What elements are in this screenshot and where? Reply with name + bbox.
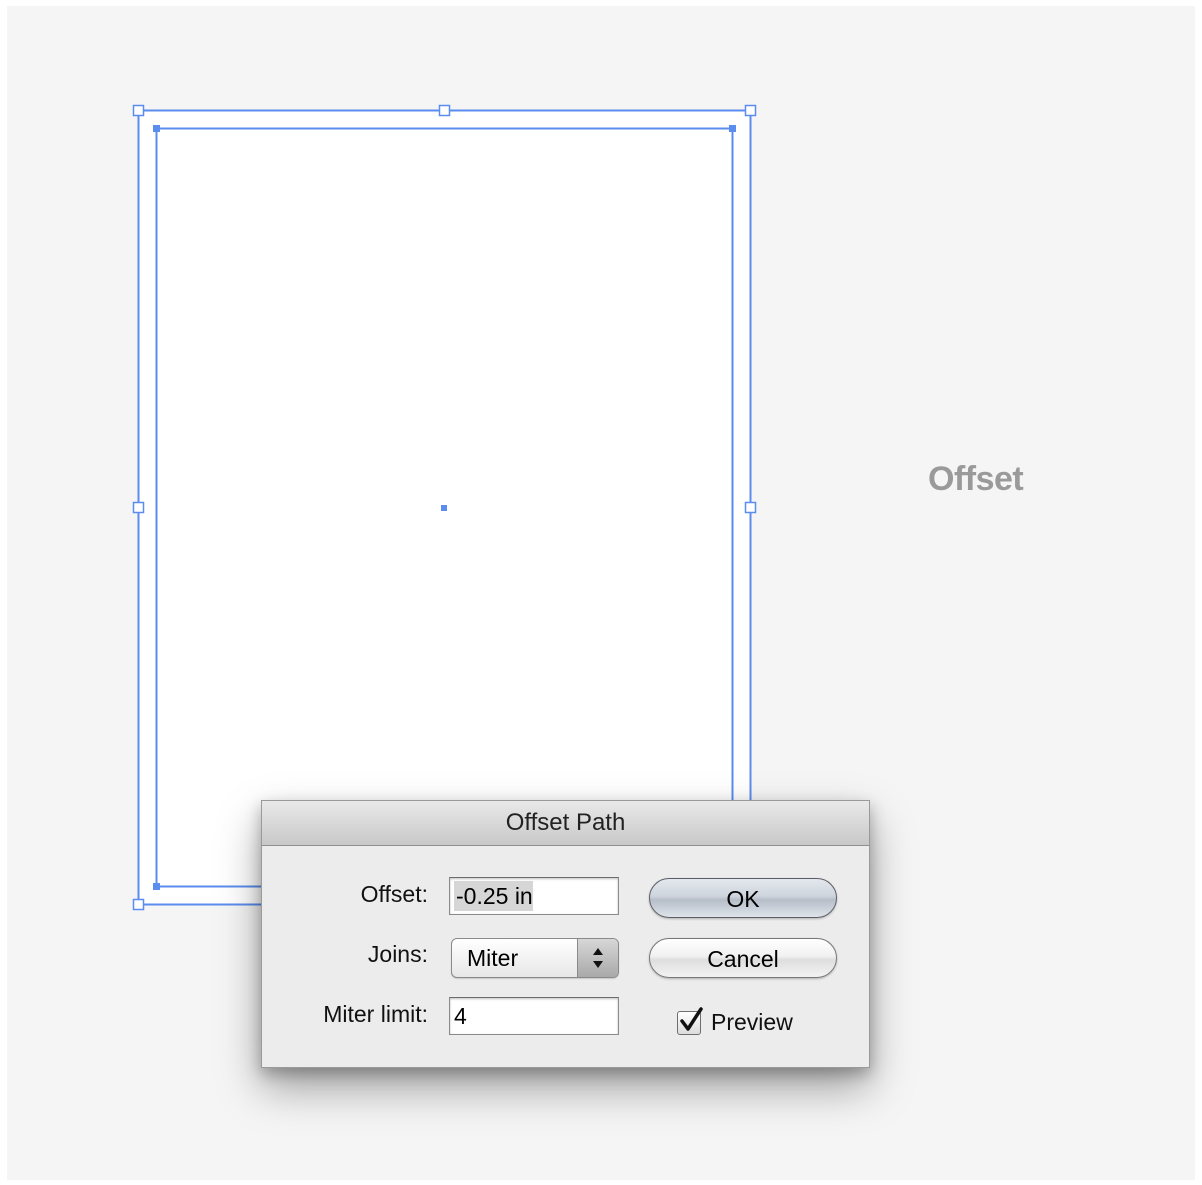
bounding-box-handle-bottom-left[interactable] <box>132 898 145 911</box>
ok-button[interactable]: OK <box>649 878 837 918</box>
joins-label: Joins: <box>367 941 428 967</box>
bounding-box-handle-middle-left[interactable] <box>132 501 145 514</box>
joins-select[interactable]: Miter <box>451 938 619 978</box>
offset-label: Offset: <box>360 881 428 907</box>
offset-annotation-label: Offset <box>928 460 1024 498</box>
cancel-button[interactable]: Cancel <box>649 938 837 978</box>
offset-input-value: -0.25 in <box>454 881 533 911</box>
anchor-point[interactable] <box>153 883 160 890</box>
anchor-point[interactable] <box>729 125 736 132</box>
checkmark-icon <box>680 1007 703 1031</box>
bounding-box-handle-middle-right[interactable] <box>744 501 757 514</box>
bounding-box-handle-top-right[interactable] <box>744 104 757 117</box>
select-stepper-arrows[interactable] <box>577 939 618 977</box>
anchor-point[interactable] <box>153 125 160 132</box>
offset-input[interactable]: -0.25 in <box>449 877 619 915</box>
up-down-arrows-icon <box>593 948 603 968</box>
joins-selected-value: Miter <box>467 945 519 971</box>
bounding-box-handle-top-left[interactable] <box>132 104 145 117</box>
bounding-box-handle-top-middle[interactable] <box>438 104 451 117</box>
miter-limit-input[interactable]: 4 <box>449 997 619 1035</box>
dialog-title[interactable]: Offset Path <box>262 801 869 846</box>
preview-label: Preview <box>711 1009 793 1035</box>
miter-limit-input-value: 4 <box>454 1003 467 1029</box>
miter-limit-label: Miter limit: <box>323 1001 428 1027</box>
center-point <box>441 505 447 511</box>
offset-path-dialog: Offset Path Offset: -0.25 in Joins: Mite… <box>261 800 870 1068</box>
preview-checkbox[interactable] <box>677 1007 703 1035</box>
